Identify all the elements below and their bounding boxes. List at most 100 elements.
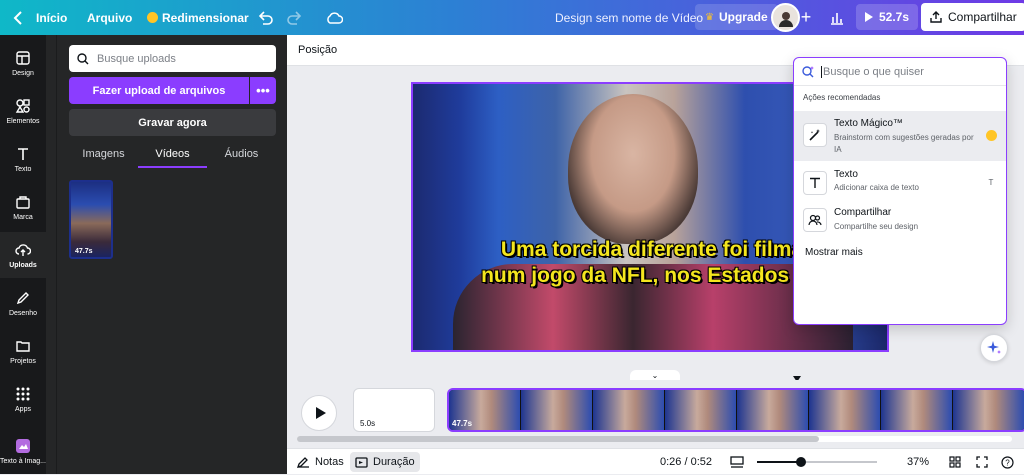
search-placeholder: Busque uploads (97, 52, 176, 65)
file-menu[interactable]: Arquivo (87, 0, 132, 35)
nav-text-to-image[interactable]: Texto à Imag... (0, 428, 46, 474)
clip-duration: 5.0s (360, 419, 376, 428)
analytics-icon[interactable] (823, 0, 851, 35)
search-uploads-input[interactable]: Busque uploads (69, 45, 276, 72)
position-button[interactable]: Posição (298, 44, 337, 56)
present-button[interactable]: 52.7s (856, 4, 919, 30)
back-chevron-icon[interactable] (4, 0, 32, 35)
nav-draw[interactable]: Desenho (0, 280, 46, 326)
pen-icon (16, 291, 29, 304)
tab-images[interactable]: Imagens (69, 143, 138, 168)
clip-frame (665, 390, 737, 430)
film-icon (355, 456, 368, 468)
magic-assistant-button[interactable] (980, 334, 1008, 362)
side-nav: Design Elementos Texto Marca Uploads Des… (0, 35, 46, 474)
recommended-actions-heading: Ações recomendadas (803, 93, 881, 102)
nav-elements[interactable]: Elementos (0, 88, 46, 134)
resize-label: Redimensionar (162, 10, 249, 25)
action-description: Brainstorm com sugestões geradas por IA (834, 133, 974, 154)
total-duration: 52.7s (879, 10, 910, 24)
scrollbar-thumb[interactable] (297, 436, 819, 442)
shortcut-key: T (988, 177, 994, 187)
timeline-scrollbar[interactable] (297, 436, 1012, 442)
playback-time: 0:26 / 0:52 (660, 456, 712, 468)
nav-label: Elementos (6, 117, 40, 125)
grid-view-icon[interactable] (949, 449, 961, 475)
action-share[interactable]: Compartilhar Compartilhe seu design (794, 201, 1006, 241)
share-upload-icon (930, 11, 942, 23)
nav-label: Texto à Imag... (0, 457, 46, 465)
bottom-bar: Notas Duração 0:26 / 0:52 37% ? (287, 448, 1024, 474)
nav-label: Apps (15, 405, 31, 413)
duration-label: Duração (373, 456, 415, 468)
duration-button[interactable]: Duração (350, 452, 420, 472)
clip-frame (737, 390, 809, 430)
upload-files-button[interactable]: Fazer upload de arquivos (69, 77, 249, 104)
zoom-level[interactable]: 37% (907, 449, 929, 475)
text-icon (18, 147, 28, 160)
nav-apps[interactable]: Apps (0, 376, 46, 422)
notes-icon (297, 457, 309, 468)
expand-timeline-chevron-icon[interactable]: ⌄ (630, 370, 680, 380)
nav-brand[interactable]: Marca (0, 184, 46, 230)
fit-screen-icon[interactable] (730, 449, 744, 475)
layout-icon (16, 50, 30, 65)
upgrade-label: Upgrade (718, 10, 768, 24)
video-person (568, 94, 698, 244)
upload-cloud-icon (15, 243, 31, 256)
top-bar: Início Arquivo Redimensionar Design sem … (0, 0, 1024, 35)
search-anything-input[interactable]: Busque o que quiser (794, 58, 1006, 86)
action-magic-write[interactable]: Texto Mágico™ Brainstorm com sugestões g… (794, 111, 1006, 161)
nav-label: Uploads (9, 261, 37, 269)
show-more-link[interactable]: Mostrar mais (805, 247, 863, 258)
more-options-icon[interactable]: ••• (250, 77, 276, 104)
notes-button[interactable]: Notas (297, 449, 344, 475)
action-title: Compartilhar (834, 207, 892, 218)
tab-videos[interactable]: Vídeos (138, 143, 207, 168)
nav-text[interactable]: Texto (0, 136, 46, 182)
undo-icon[interactable] (251, 0, 279, 35)
zoom-slider-handle[interactable] (796, 457, 807, 467)
nav-label: Texto (14, 165, 32, 173)
action-description: Compartilhe seu design (834, 222, 919, 231)
zoom-slider[interactable] (757, 457, 877, 467)
search-icon (77, 52, 89, 64)
action-description: Adicionar caixa de texto (834, 183, 919, 192)
nav-label: Marca (13, 213, 33, 221)
action-text[interactable]: Texto Adicionar caixa de texto T (794, 163, 1006, 203)
text-to-image-icon (16, 438, 30, 453)
add-person-icon[interactable]: + (792, 0, 820, 35)
record-now-button[interactable]: Gravar agora (69, 109, 276, 136)
shapes-icon (15, 98, 30, 113)
share-label: Compartilhar (948, 10, 1017, 24)
resize-button[interactable]: Redimensionar (147, 0, 249, 35)
crown-icon: ♛ (705, 11, 714, 23)
clip-frame (881, 390, 953, 430)
blank-clip[interactable]: 5.0s (353, 388, 435, 432)
design-title[interactable]: Design sem nome de Vídeo (555, 0, 703, 35)
video-clip-strip[interactable]: 47.7s (447, 388, 1024, 432)
cloud-save-icon[interactable] (320, 0, 348, 35)
text-icon (803, 171, 827, 195)
nav-label: Desenho (8, 309, 38, 317)
nav-design[interactable]: Design (0, 40, 46, 86)
play-button[interactable] (301, 395, 337, 431)
nav-projects[interactable]: Projetos (0, 328, 46, 374)
nav-uploads[interactable]: Uploads (0, 232, 46, 278)
timeline: 5.0s 47.7s (287, 380, 1024, 448)
tab-audios[interactable]: Áudios (207, 143, 276, 168)
upgrade-button[interactable]: ♛ Upgrade (695, 4, 778, 30)
home-link[interactable]: Início (36, 0, 67, 35)
redo-icon[interactable] (281, 0, 309, 35)
clip-duration: 47.7s (452, 419, 473, 428)
fullscreen-icon[interactable] (976, 449, 988, 475)
video-upload-thumbnail[interactable]: 47.7s (69, 180, 113, 259)
thumbnail-duration: 47.7s (75, 248, 93, 255)
sparkle-icon (987, 341, 1001, 354)
help-icon[interactable]: ? (1001, 449, 1014, 475)
play-icon (315, 407, 326, 419)
crown-icon (147, 12, 158, 23)
action-title: Texto Mágico™ (834, 118, 903, 129)
media-tabs: Imagens Vídeos Áudios (69, 143, 276, 168)
share-button[interactable]: Compartilhar (921, 3, 1024, 31)
